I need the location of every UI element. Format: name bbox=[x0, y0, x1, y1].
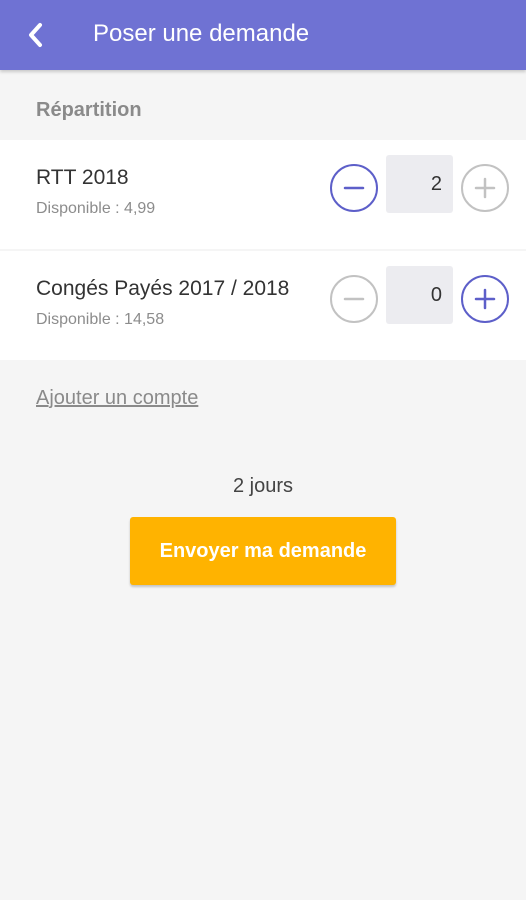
chevron-left-icon bbox=[29, 23, 42, 47]
page-title: Poser une demande bbox=[93, 20, 310, 47]
availability-label: Disponible : bbox=[36, 311, 125, 328]
decrement-button[interactable] bbox=[330, 275, 378, 323]
account-name: Congés Payés 2017 / 2018 bbox=[36, 277, 290, 300]
increment-button[interactable] bbox=[461, 164, 509, 212]
submit-request-button[interactable]: Envoyer ma demande bbox=[130, 517, 396, 585]
quantity-field[interactable]: 2 bbox=[386, 155, 453, 213]
decrement-button[interactable] bbox=[330, 164, 378, 212]
back-button[interactable] bbox=[18, 17, 54, 53]
account-availability: Disponible : 4,99 bbox=[36, 200, 155, 218]
account-availability: Disponible : 14,58 bbox=[36, 311, 164, 329]
account-name: RTT 2018 bbox=[36, 166, 129, 189]
plus-icon bbox=[474, 177, 496, 199]
add-account-link[interactable]: Ajouter un compte bbox=[36, 387, 198, 410]
account-row-rtt: RTT 2018 Disponible : 4,99 2 bbox=[0, 140, 526, 249]
quantity-field[interactable]: 0 bbox=[386, 266, 453, 324]
account-row-conges-payes: Congés Payés 2017 / 2018 Disponible : 14… bbox=[0, 251, 526, 360]
section-label: Répartition bbox=[36, 99, 142, 121]
total-days: 2 jours bbox=[232, 475, 294, 497]
availability-value: 14,58 bbox=[124, 311, 165, 328]
app-bar: Poser une demande bbox=[0, 0, 526, 70]
minus-icon bbox=[343, 186, 365, 190]
plus-icon bbox=[474, 288, 496, 310]
availability-value: 4,99 bbox=[124, 200, 156, 217]
availability-label: Disponible : bbox=[36, 200, 125, 217]
minus-icon bbox=[343, 297, 365, 301]
increment-button[interactable] bbox=[461, 275, 509, 323]
